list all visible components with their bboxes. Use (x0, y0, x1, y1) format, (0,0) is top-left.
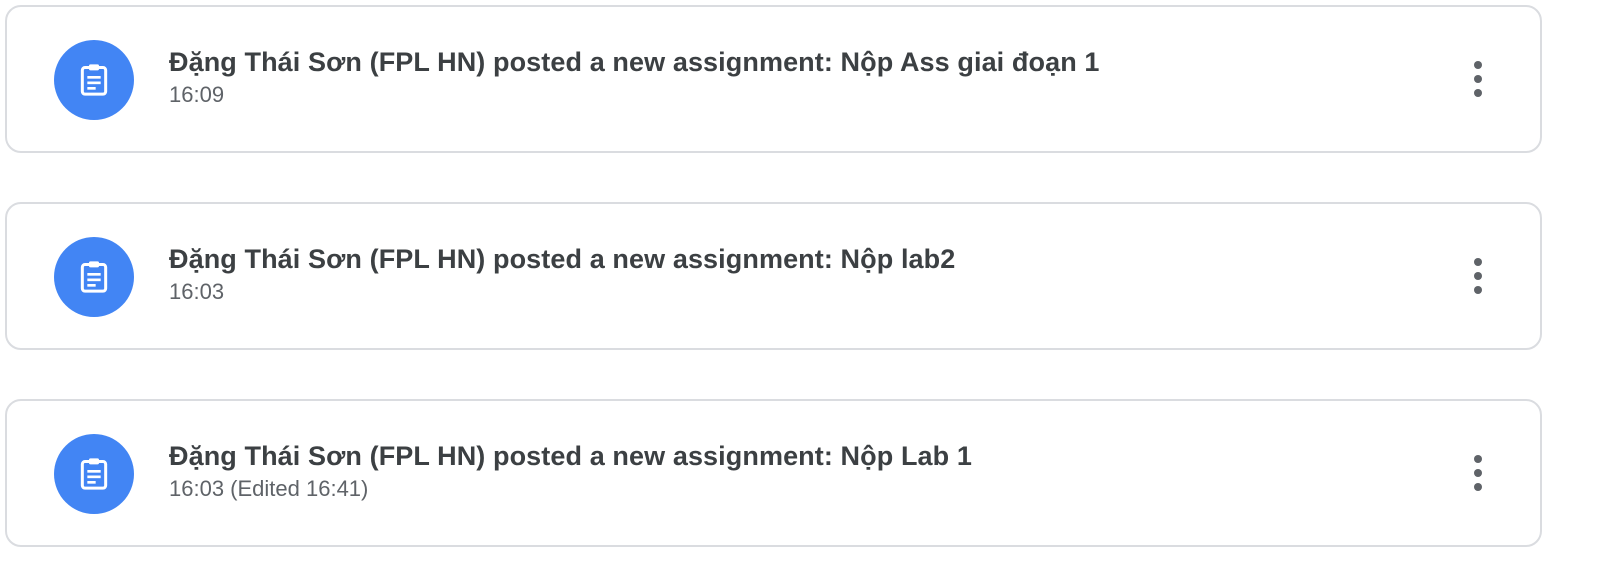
assignment-avatar (54, 434, 134, 514)
assignment-post-card[interactable]: Đặng Thái Sơn (FPL HN) posted a new assi… (5, 399, 1542, 547)
assignment-avatar (54, 237, 134, 317)
more-vert-icon (1474, 258, 1482, 294)
class-stream: Đặng Thái Sơn (FPL HN) posted a new assi… (5, 5, 1542, 547)
more-vert-icon (1474, 61, 1482, 97)
more-options-button[interactable] (1452, 53, 1504, 105)
post-text: Đặng Thái Sơn (FPL HN) posted a new assi… (169, 45, 1420, 109)
assignment-clipboard-icon (80, 458, 108, 490)
post-title[interactable]: Đặng Thái Sơn (FPL HN) posted a new assi… (169, 242, 1420, 276)
post-text: Đặng Thái Sơn (FPL HN) posted a new assi… (169, 242, 1420, 306)
more-options-button[interactable] (1452, 250, 1504, 302)
more-vert-icon (1474, 455, 1482, 491)
post-title[interactable]: Đặng Thái Sơn (FPL HN) posted a new assi… (169, 45, 1420, 79)
assignment-clipboard-icon (80, 64, 108, 96)
post-title[interactable]: Đặng Thái Sơn (FPL HN) posted a new assi… (169, 439, 1420, 473)
post-timestamp: 16:03 (Edited 16:41) (169, 476, 369, 501)
post-text: Đặng Thái Sơn (FPL HN) posted a new assi… (169, 439, 1420, 503)
assignment-post-card[interactable]: Đặng Thái Sơn (FPL HN) posted a new assi… (5, 202, 1542, 350)
post-timestamp: 16:03 (169, 279, 225, 304)
assignment-clipboard-icon (80, 261, 108, 293)
post-timestamp: 16:09 (169, 82, 225, 107)
assignment-avatar (54, 40, 134, 120)
assignment-post-card[interactable]: Đặng Thái Sơn (FPL HN) posted a new assi… (5, 5, 1542, 153)
more-options-button[interactable] (1452, 447, 1504, 499)
